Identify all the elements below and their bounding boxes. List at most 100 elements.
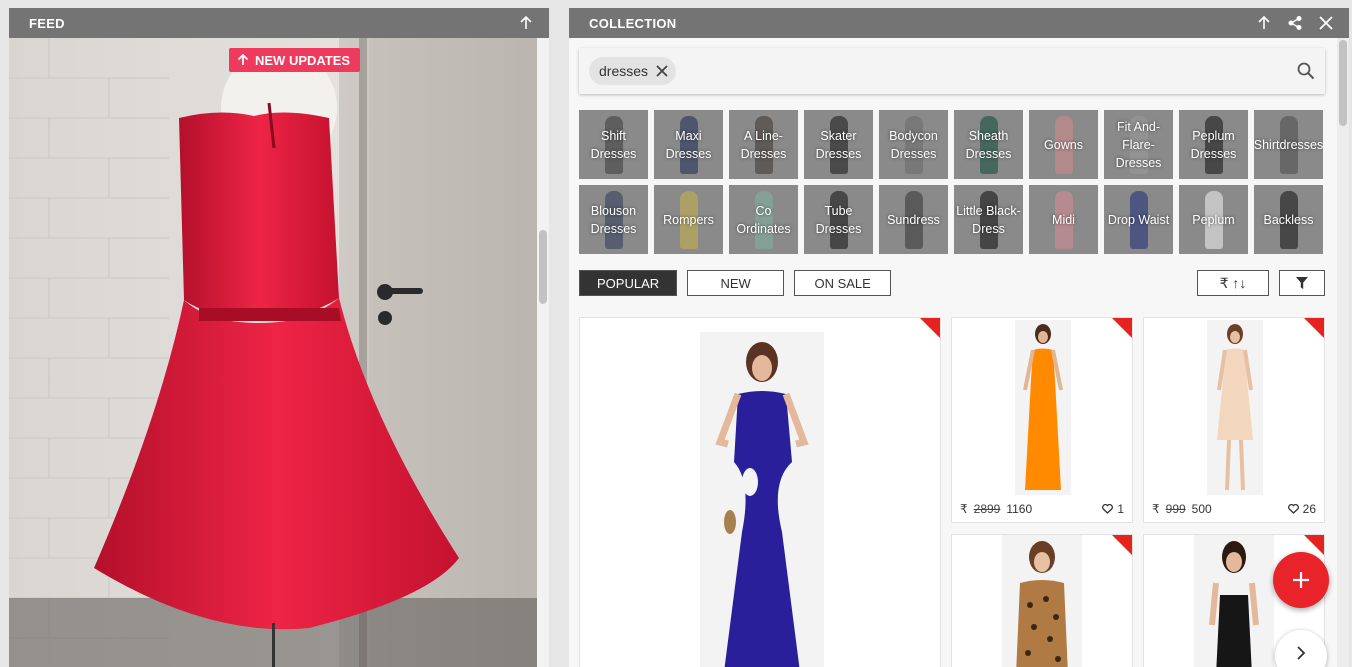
- arrow-up-icon[interactable]: [515, 12, 537, 34]
- filter-button[interactable]: [1279, 270, 1325, 296]
- category-tile[interactable]: Backless: [1254, 185, 1323, 254]
- category-tile[interactable]: Rompers: [654, 185, 723, 254]
- search-bar[interactable]: dresses: [579, 48, 1325, 94]
- price-row: ₹ 2899 1160: [960, 502, 1032, 516]
- category-tile[interactable]: Midi: [1029, 185, 1098, 254]
- category-label: Shirtdresses: [1254, 137, 1323, 152]
- category-label: Gowns: [1044, 137, 1083, 152]
- product-image: [1015, 320, 1071, 495]
- currency-symbol: ₹: [1152, 502, 1160, 516]
- product-card-leopard-print-dress[interactable]: [951, 534, 1133, 667]
- category-tile[interactable]: Bodycon Dresses: [879, 110, 948, 179]
- product-image: [1194, 535, 1274, 667]
- category-tile[interactable]: Tube Dresses: [804, 185, 873, 254]
- search-chip-label: dresses: [599, 63, 649, 79]
- arrow-up-icon[interactable]: [1253, 12, 1275, 34]
- collection-scroll-thumb[interactable]: [1339, 40, 1347, 126]
- category-label: Rompers: [663, 212, 714, 227]
- category-tile[interactable]: Little Black-Dress: [954, 185, 1023, 254]
- collection-title: COLLECTION: [589, 15, 677, 31]
- feed-image[interactable]: NEW UPDATES: [9, 38, 537, 667]
- category-label: Peplum Dresses: [1190, 128, 1237, 161]
- category-tile[interactable]: Sundress: [879, 185, 948, 254]
- category-tile[interactable]: Shirtdresses: [1254, 110, 1323, 179]
- category-tile[interactable]: Drop Waist: [1104, 185, 1173, 254]
- category-label: Drop Waist: [1107, 212, 1170, 227]
- product-image: [700, 332, 824, 667]
- feed-title: FEED: [29, 15, 65, 31]
- category-tile[interactable]: Fit And-Flare-Dresses: [1104, 110, 1173, 179]
- category-label: Backless: [1263, 212, 1314, 227]
- arrow-up-icon: [237, 54, 249, 65]
- category-tile[interactable]: Co Ordinates: [729, 185, 798, 254]
- new-updates-button[interactable]: NEW UPDATES: [229, 48, 361, 72]
- search-chip[interactable]: dresses: [589, 57, 677, 85]
- toolbar: ₹ ↑↓: [1197, 270, 1325, 296]
- sale-price: 1160: [1006, 502, 1033, 516]
- tab-popular[interactable]: POPULAR: [579, 270, 678, 296]
- old-price: 2899: [973, 502, 1001, 516]
- price-row: ₹ 999 500: [1152, 502, 1212, 516]
- category-label: A Line-Dresses: [740, 128, 787, 161]
- category-label: Little Black-Dress: [956, 203, 1021, 236]
- category-label: Fit And-Flare-Dresses: [1115, 119, 1162, 170]
- category-label: Maxi Dresses: [665, 128, 712, 161]
- sale-ribbon: [1112, 318, 1132, 338]
- sort-tabs: POPULAR NEW ON SALE: [579, 270, 892, 296]
- collection-scrollbar[interactable]: [1337, 38, 1349, 667]
- chevron-right-icon: [1297, 646, 1306, 660]
- currency-symbol: ₹: [960, 502, 968, 516]
- product-image: [1002, 535, 1082, 667]
- sale-ribbon: [1112, 535, 1132, 555]
- product-card-peach-midi[interactable]: ₹ 999 500 26: [1143, 317, 1325, 523]
- product-card-orange-maxi[interactable]: ₹ 2899 1160 1: [951, 317, 1133, 523]
- new-updates-label: NEW UPDATES: [255, 52, 351, 68]
- category-label: Shift Dresses: [590, 128, 637, 161]
- sale-ribbon: [920, 318, 940, 338]
- category-tile[interactable]: Peplum Dresses: [1179, 110, 1248, 179]
- category-label: Sheath Dresses: [965, 128, 1012, 161]
- old-price: 999: [1165, 502, 1186, 516]
- category-tile[interactable]: Peplum: [1179, 185, 1248, 254]
- like-count: 26: [1302, 502, 1316, 516]
- category-label: Midi: [1052, 212, 1075, 227]
- category-tile[interactable]: Blouson Dresses: [579, 185, 648, 254]
- price-sort-button[interactable]: ₹ ↑↓: [1197, 270, 1269, 296]
- category-label: Co Ordinates: [736, 203, 791, 236]
- filter-icon: [1296, 277, 1308, 289]
- category-label: Skater Dresses: [815, 128, 862, 161]
- category-label: Bodycon Dresses: [889, 128, 938, 161]
- likes-button[interactable]: 26: [1287, 502, 1316, 516]
- heart-icon: [1287, 504, 1299, 514]
- plus-icon: [1293, 572, 1309, 588]
- close-icon[interactable]: [656, 65, 668, 77]
- category-label: Peplum: [1192, 212, 1235, 227]
- category-tile[interactable]: Shift Dresses: [579, 110, 648, 179]
- share-icon[interactable]: [1284, 12, 1306, 34]
- add-button[interactable]: [1273, 552, 1329, 608]
- category-label: Blouson Dresses: [590, 203, 637, 236]
- close-icon[interactable]: [1315, 12, 1337, 34]
- category-label: Sundress: [887, 212, 940, 227]
- feed-header: FEED: [9, 8, 549, 38]
- category-grid: Shift Dresses Maxi Dresses A Line-Dresses S…: [579, 110, 1325, 254]
- collection-header: COLLECTION: [569, 8, 1349, 38]
- heart-icon: [1102, 504, 1114, 514]
- collection-panel: COLLECTION dresses Shift Dresses Maxi Dre…: [569, 8, 1349, 667]
- category-tile[interactable]: Maxi Dresses: [654, 110, 723, 179]
- category-tile[interactable]: Skater Dresses: [804, 110, 873, 179]
- tab-new[interactable]: NEW: [687, 270, 785, 296]
- product-card-blue-cutout-maxi[interactable]: [579, 317, 941, 667]
- category-tile[interactable]: A Line-Dresses: [729, 110, 798, 179]
- category-tile[interactable]: Gowns: [1029, 110, 1098, 179]
- like-count: 1: [1117, 502, 1124, 516]
- search-icon[interactable]: [1297, 62, 1315, 80]
- feed-scroll-thumb[interactable]: [539, 230, 547, 304]
- feed-scrollbar[interactable]: [537, 38, 549, 667]
- feed-panel: FEED NEW UPDATES: [9, 8, 549, 667]
- product-image: [1207, 320, 1263, 495]
- category-tile[interactable]: Sheath Dresses: [954, 110, 1023, 179]
- tab-on-sale[interactable]: ON SALE: [794, 270, 892, 296]
- category-label: Tube Dresses: [815, 203, 862, 236]
- likes-button[interactable]: 1: [1102, 502, 1124, 516]
